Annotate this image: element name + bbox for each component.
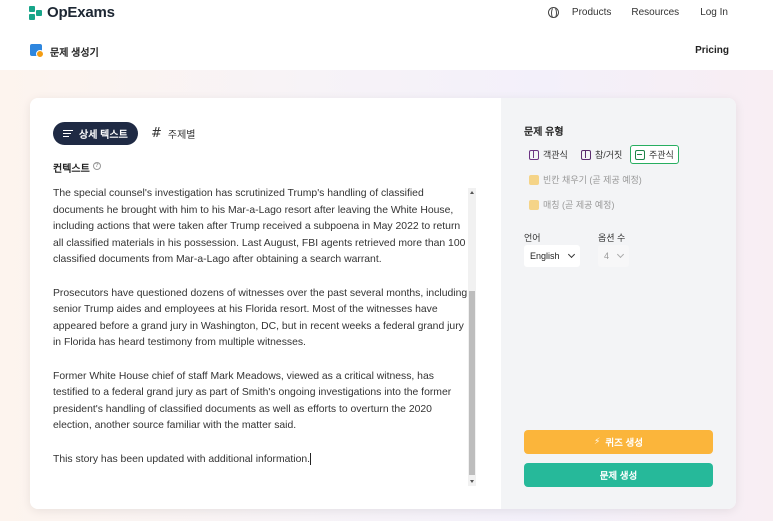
textarea-scrollbar[interactable]	[468, 188, 476, 486]
type-matching: 매칭 (곧 제공 예정)	[525, 195, 618, 214]
help-icon[interactable]: ?	[92, 161, 101, 170]
pricing-link[interactable]: Pricing	[695, 45, 729, 56]
option-count-value: 4	[604, 251, 610, 261]
matching-icon	[529, 199, 539, 210]
context-paragraph: Prosecutors have questioned dozens of wi…	[53, 287, 468, 349]
lightning-icon: ⚡	[594, 437, 601, 447]
top-nav: OpExams Products Resources Log In	[0, 0, 773, 30]
nav-links: Products Resources Log In	[547, 7, 728, 19]
brand-name: OpExams	[47, 4, 115, 21]
tab-by-topic-label: 주제별	[167, 130, 196, 141]
sub-nav: 문제 생성기 Pricing	[0, 30, 773, 70]
settings-panel: 문제 유형 객관식 참/거짓 주관식 빈칸 채우기 (곧 제공 예정) 매칭 (…	[501, 98, 736, 509]
nav-resources[interactable]: Resources	[631, 7, 679, 18]
context-label: 컨텍스트 ?	[53, 160, 101, 175]
language-label: 언어	[524, 233, 541, 243]
hash-icon: #	[151, 126, 162, 141]
question-type-label: 문제 유형	[524, 127, 564, 138]
context-label-text: 컨텍스트	[53, 164, 90, 175]
type-label: 빈칸 채우기 (곧 제공 예정)	[543, 175, 642, 185]
type-label: 객관식	[543, 150, 568, 160]
nav-products[interactable]: Products	[572, 7, 611, 18]
type-true-false[interactable]: 참/거짓	[577, 145, 626, 164]
nav-login[interactable]: Log In	[700, 7, 728, 18]
generator-icon	[30, 44, 44, 58]
type-short-answer[interactable]: 주관식	[630, 145, 679, 164]
page-title[interactable]: 문제 생성기	[50, 44, 99, 59]
generator-card: 상세 텍스트 # 주제별 컨텍스트 ? The special counsel'…	[30, 98, 736, 509]
input-panel: 상세 텍스트 # 주제별 컨텍스트 ? The special counsel'…	[30, 98, 501, 509]
tab-detailed-text-label: 상세 텍스트	[79, 130, 128, 141]
chevron-down-icon	[567, 250, 575, 259]
context-paragraph: The special counsel's investigation has …	[53, 188, 466, 266]
type-multiple-choice[interactable]: 객관식	[525, 145, 572, 164]
option-count-label: 옵션 수	[598, 233, 626, 243]
generate-questions-label: 문제 생성	[599, 471, 638, 482]
globe-icon[interactable]	[547, 7, 559, 19]
context-textarea[interactable]: The special counsel's investigation has …	[53, 186, 468, 486]
chevron-down-icon	[616, 250, 625, 259]
option-count-select: 4	[598, 245, 630, 267]
language-select[interactable]: English	[524, 245, 580, 267]
text-cursor	[310, 452, 312, 465]
context-paragraph: Former White House chief of staff Mark M…	[53, 370, 452, 432]
fill-blank-icon	[529, 174, 539, 185]
type-label: 참/거짓	[595, 150, 623, 160]
text-lines-icon	[63, 129, 73, 138]
document-icon	[635, 149, 645, 160]
generate-quiz-label: 퀴즈 생성	[605, 438, 643, 449]
grid-icon	[529, 149, 539, 160]
generate-questions-button[interactable]: 문제 생성	[524, 463, 713, 487]
generate-quiz-button[interactable]: ⚡ 퀴즈 생성	[524, 430, 713, 454]
type-fill-blank: 빈칸 채우기 (곧 제공 예정)	[525, 170, 646, 189]
scroll-thumb[interactable]	[469, 291, 475, 475]
columns-icon	[581, 149, 591, 160]
logo[interactable]: OpExams	[29, 4, 115, 21]
context-paragraph: This story has been updated with additio…	[53, 453, 311, 465]
tab-by-topic[interactable]: # 주제별	[151, 126, 196, 141]
tab-detailed-text[interactable]: 상세 텍스트	[53, 122, 138, 145]
type-label: 매칭 (곧 제공 예정)	[543, 200, 615, 210]
logo-icon	[29, 5, 43, 21]
type-label: 주관식	[649, 150, 674, 160]
language-value: English	[530, 251, 560, 261]
scroll-down-icon[interactable]	[470, 480, 474, 483]
scroll-up-icon[interactable]	[470, 191, 474, 194]
